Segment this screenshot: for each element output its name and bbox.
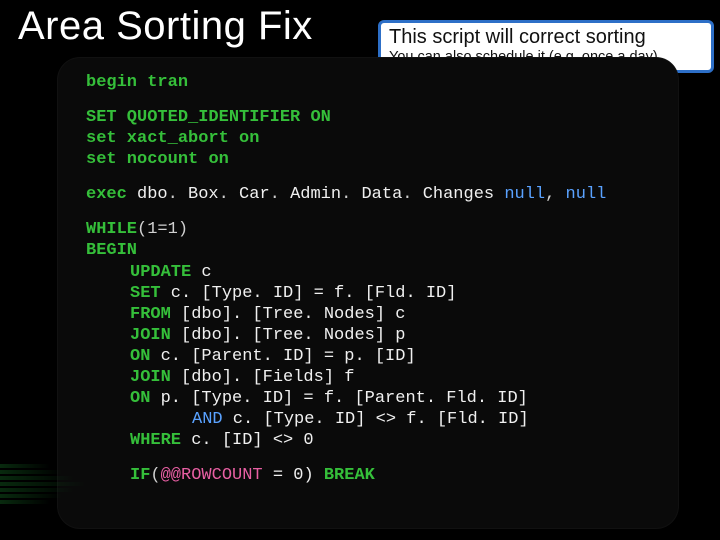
- code-line: ON p. [Type. ID] = f. [Parent. Fld. ID]: [86, 388, 658, 409]
- code-line: JOIN [dbo]. [Fields] f: [86, 367, 658, 388]
- callout-title: This script will correct sorting: [389, 25, 703, 49]
- code-line: IF(@@ROWCOUNT = 0) BREAK: [86, 465, 658, 486]
- code-line: SET c. [Type. ID] = f. [Fld. ID]: [86, 283, 658, 304]
- slide-title: Area Sorting Fix: [18, 4, 313, 49]
- code-line: set xact_abort on: [86, 128, 658, 149]
- code-line: BEGIN: [86, 240, 658, 261]
- code-line: FROM [dbo]. [Tree. Nodes] c: [86, 304, 658, 325]
- code-line: set nocount on: [86, 149, 658, 170]
- code-line: SET QUOTED_IDENTIFIER ON: [86, 107, 658, 128]
- code-line: exec dbo. Box. Car. Admin. Data. Changes…: [86, 184, 658, 205]
- code-line: WHERE c. [ID] <> 0: [86, 430, 658, 451]
- code-line: begin tran: [86, 72, 658, 93]
- code-line: ON c. [Parent. ID] = p. [ID]: [86, 346, 658, 367]
- code-block: begin tran SET QUOTED_IDENTIFIER ON set …: [58, 58, 678, 528]
- code-line: WHILE(1=1): [86, 219, 658, 240]
- code-line: AND c. [Type. ID] <> f. [Fld. ID]: [86, 409, 658, 430]
- code-line: JOIN [dbo]. [Tree. Nodes] p: [86, 325, 658, 346]
- code-line: UPDATE c: [86, 262, 658, 283]
